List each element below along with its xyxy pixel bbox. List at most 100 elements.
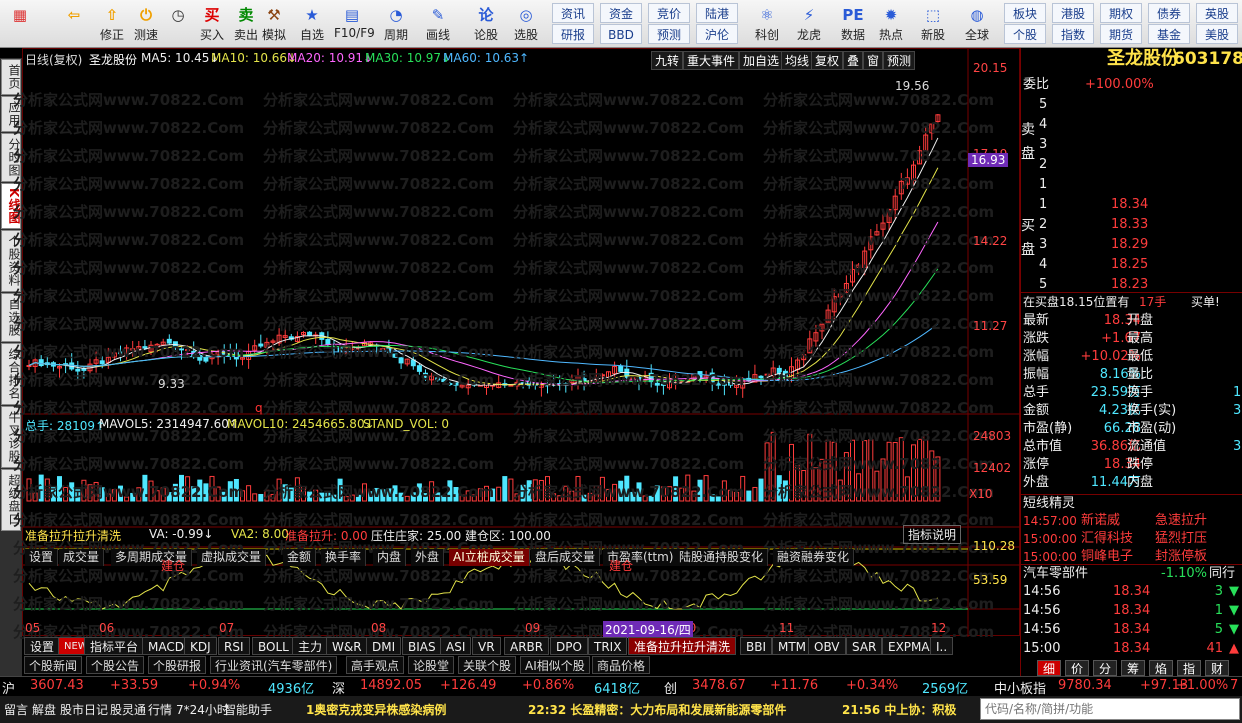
volume-tab-9[interactable]: 盘后成交量 bbox=[531, 549, 601, 566]
toolbar-button-5[interactable]: 买买入 bbox=[194, 2, 230, 46]
volume-tab-6[interactable]: 内盘 bbox=[373, 549, 407, 566]
panel-tab-2[interactable]: 分 bbox=[1093, 660, 1117, 676]
toolbar-button2-4[interactable]: ⬚ 新股 bbox=[914, 2, 952, 46]
bottom-item-5[interactable]: 7*24小时 bbox=[176, 701, 229, 718]
panel-tab-0[interactable]: 细 bbox=[1037, 660, 1061, 676]
toolbar-button2-0[interactable]: ⚛ 科创 bbox=[748, 2, 786, 46]
toolbar-small-5[interactable]: BBD bbox=[600, 24, 642, 44]
toolbar-small-2[interactable]: 竞价 bbox=[648, 3, 690, 23]
bottom-item-6[interactable]: 智能助手 bbox=[224, 701, 272, 718]
volume-tab-12[interactable]: 融资融券变化 bbox=[773, 549, 855, 566]
info-tab-5[interactable]: 论股堂 bbox=[408, 656, 455, 674]
toolbar-button-13[interactable]: ◎ 选股 bbox=[508, 2, 544, 46]
toolbar-small2-4[interactable]: 英股 bbox=[1196, 3, 1238, 23]
indicator-tab-0[interactable]: 设置 bbox=[24, 637, 61, 655]
toolbar-button-0[interactable]: ▦ bbox=[2, 2, 38, 46]
indicator-tab-19[interactable]: OBV bbox=[808, 637, 846, 655]
toolbar-small-1[interactable]: 资金 bbox=[600, 3, 642, 23]
toolbar-small2-2[interactable]: 期权 bbox=[1100, 3, 1142, 23]
toolbar-button2-3[interactable]: ✹ 热点 bbox=[872, 2, 910, 46]
chart-button-0[interactable]: 九转 bbox=[651, 51, 684, 70]
indicator-tab-7[interactable]: 主力 bbox=[292, 637, 329, 655]
toolbar-button-12[interactable]: 论论股 bbox=[468, 2, 504, 46]
toolbar-small2-1[interactable]: 港股 bbox=[1052, 3, 1094, 23]
chart-area[interactable]: 分析家公式网www.70822.Com 分析家公式网www.70822.Com 分析… bbox=[13, 48, 1021, 641]
info-tab-7[interactable]: AI相似个股 bbox=[520, 656, 590, 674]
indicator-tab-11[interactable]: ASI bbox=[440, 637, 472, 655]
info-tab-1[interactable]: 个股公告 bbox=[86, 656, 145, 674]
toolbar-small-6[interactable]: 预测 bbox=[648, 24, 690, 44]
indicator-tab-9[interactable]: DMI bbox=[366, 637, 402, 655]
info-tab-3[interactable]: 行业资讯(汽车零部件) bbox=[210, 656, 338, 674]
indicator-tab-12[interactable]: VR bbox=[472, 637, 501, 655]
toolbar-button-3[interactable]: ⏻ 测速 bbox=[128, 2, 164, 46]
info-tab-2[interactable]: 个股研报 bbox=[148, 656, 207, 674]
bottom-item-3[interactable]: 股灵通 bbox=[110, 701, 146, 718]
panel-tab-4[interactable]: 焰 bbox=[1149, 660, 1173, 676]
info-tab-4[interactable]: 高手观点 bbox=[346, 656, 405, 674]
bottom-item-4[interactable]: 行情 bbox=[148, 701, 172, 718]
panel-tab-5[interactable]: 指 bbox=[1177, 660, 1201, 676]
indicator-tab-18[interactable]: MTM bbox=[772, 637, 813, 655]
volume-tab-5[interactable]: 换手率 bbox=[321, 549, 367, 566]
volume-tab-7[interactable]: 外盘 bbox=[411, 549, 445, 566]
indicator-tab-14[interactable]: DPO bbox=[550, 637, 588, 655]
indicator-help-button[interactable]: 指标说明 bbox=[903, 525, 962, 544]
indicator-tab-21[interactable]: EXPMA bbox=[882, 637, 936, 655]
indicator-tab-8[interactable]: W&R bbox=[326, 637, 368, 655]
panel-tab-3[interactable]: 筹 bbox=[1121, 660, 1145, 676]
toolbar-small2-8[interactable]: 基金 bbox=[1148, 24, 1190, 44]
panel-tab-1[interactable]: 价 bbox=[1065, 660, 1089, 676]
indicator-tab-22[interactable]: I.. bbox=[930, 637, 954, 655]
search-input[interactable] bbox=[980, 698, 1240, 720]
chart-button-5[interactable]: 叠 bbox=[843, 51, 864, 70]
toolbar-small2-3[interactable]: 债券 bbox=[1148, 3, 1190, 23]
indicator-tab-10[interactable]: BIAS bbox=[402, 637, 442, 655]
toolbar-button-1[interactable]: ⇦ bbox=[56, 2, 92, 46]
toolbar-button-2[interactable]: ⇧ 修正 bbox=[94, 2, 130, 46]
toolbar-small-4[interactable]: 研报 bbox=[552, 24, 594, 44]
chart-button-4[interactable]: 复权 bbox=[811, 51, 844, 70]
toolbar-small2-5[interactable]: 个股 bbox=[1004, 24, 1046, 44]
indicator-tab-2[interactable]: 指标平台 bbox=[84, 637, 145, 655]
toolbar-small2-9[interactable]: 美股 bbox=[1196, 24, 1238, 44]
panel-tab-6[interactable]: 财 bbox=[1205, 660, 1229, 676]
volume-tab-11[interactable]: 陆股通持股变化 bbox=[675, 549, 769, 566]
indicator-tab-15[interactable]: TRIX bbox=[588, 637, 628, 655]
toolbar-button-9[interactable]: ▤ F10/F9 bbox=[334, 2, 375, 46]
volume-tab-4[interactable]: 金额 bbox=[283, 549, 317, 566]
toolbar-button-8[interactable]: ★ 自选 bbox=[294, 2, 330, 46]
volume-tab-0[interactable]: 设置 bbox=[25, 549, 59, 566]
indicator-tab-16[interactable]: 准备拉升拉升清洗 bbox=[628, 637, 737, 655]
info-tab-8[interactable]: 商品价格 bbox=[592, 656, 651, 674]
info-tab-0[interactable]: 个股新闻 bbox=[24, 656, 83, 674]
bottom-item-0[interactable]: 留言 bbox=[4, 701, 28, 718]
indicator-tab-6[interactable]: BOLL bbox=[252, 637, 295, 655]
indicator-tab-17[interactable]: BBI bbox=[740, 637, 773, 655]
toolbar-button-11[interactable]: ✎ 画线 bbox=[420, 2, 456, 46]
toolbar-button2-1[interactable]: ⚡ 龙虎 bbox=[790, 2, 828, 46]
toolbar-small2-6[interactable]: 指数 bbox=[1052, 24, 1094, 44]
volume-tab-1[interactable]: 成交量 bbox=[59, 549, 105, 566]
chart-button-3[interactable]: 均线 bbox=[781, 51, 814, 70]
chart-button-7[interactable]: 预测 bbox=[883, 51, 916, 70]
indicator-tab-13[interactable]: ARBR bbox=[504, 637, 550, 655]
bottom-item-1[interactable]: 解盘 bbox=[32, 701, 56, 718]
chart-button-1[interactable]: 重大事件 bbox=[683, 51, 740, 70]
indicator-tab-5[interactable]: RSI bbox=[218, 637, 250, 655]
toolbar-button-4[interactable]: ◷ bbox=[160, 2, 196, 46]
toolbar-button-10[interactable]: ◔ 周期 bbox=[378, 2, 414, 46]
toolbar-small-7[interactable]: 沪伦 bbox=[696, 24, 738, 44]
bottom-item-2[interactable]: 股市日记 bbox=[60, 701, 108, 718]
toolbar-small2-0[interactable]: 板块 bbox=[1004, 3, 1046, 23]
indicator-tab-3[interactable]: MACD bbox=[142, 637, 190, 655]
chart-button-2[interactable]: 加自选 bbox=[739, 51, 784, 70]
toolbar-button-7[interactable]: ⚒ 模拟 bbox=[256, 2, 292, 46]
toolbar-button2-2[interactable]: PE 数据 bbox=[834, 2, 872, 46]
indicator-tab-20[interactable]: SAR bbox=[846, 637, 883, 655]
volume-tab-8[interactable]: AI立桩成交量 bbox=[449, 549, 530, 566]
info-tab-6[interactable]: 关联个股 bbox=[458, 656, 517, 674]
chart-button-6[interactable]: 窗 bbox=[863, 51, 884, 70]
toolbar-small2-7[interactable]: 期货 bbox=[1100, 24, 1142, 44]
indicator-tab-4[interactable]: KDJ bbox=[184, 637, 217, 655]
